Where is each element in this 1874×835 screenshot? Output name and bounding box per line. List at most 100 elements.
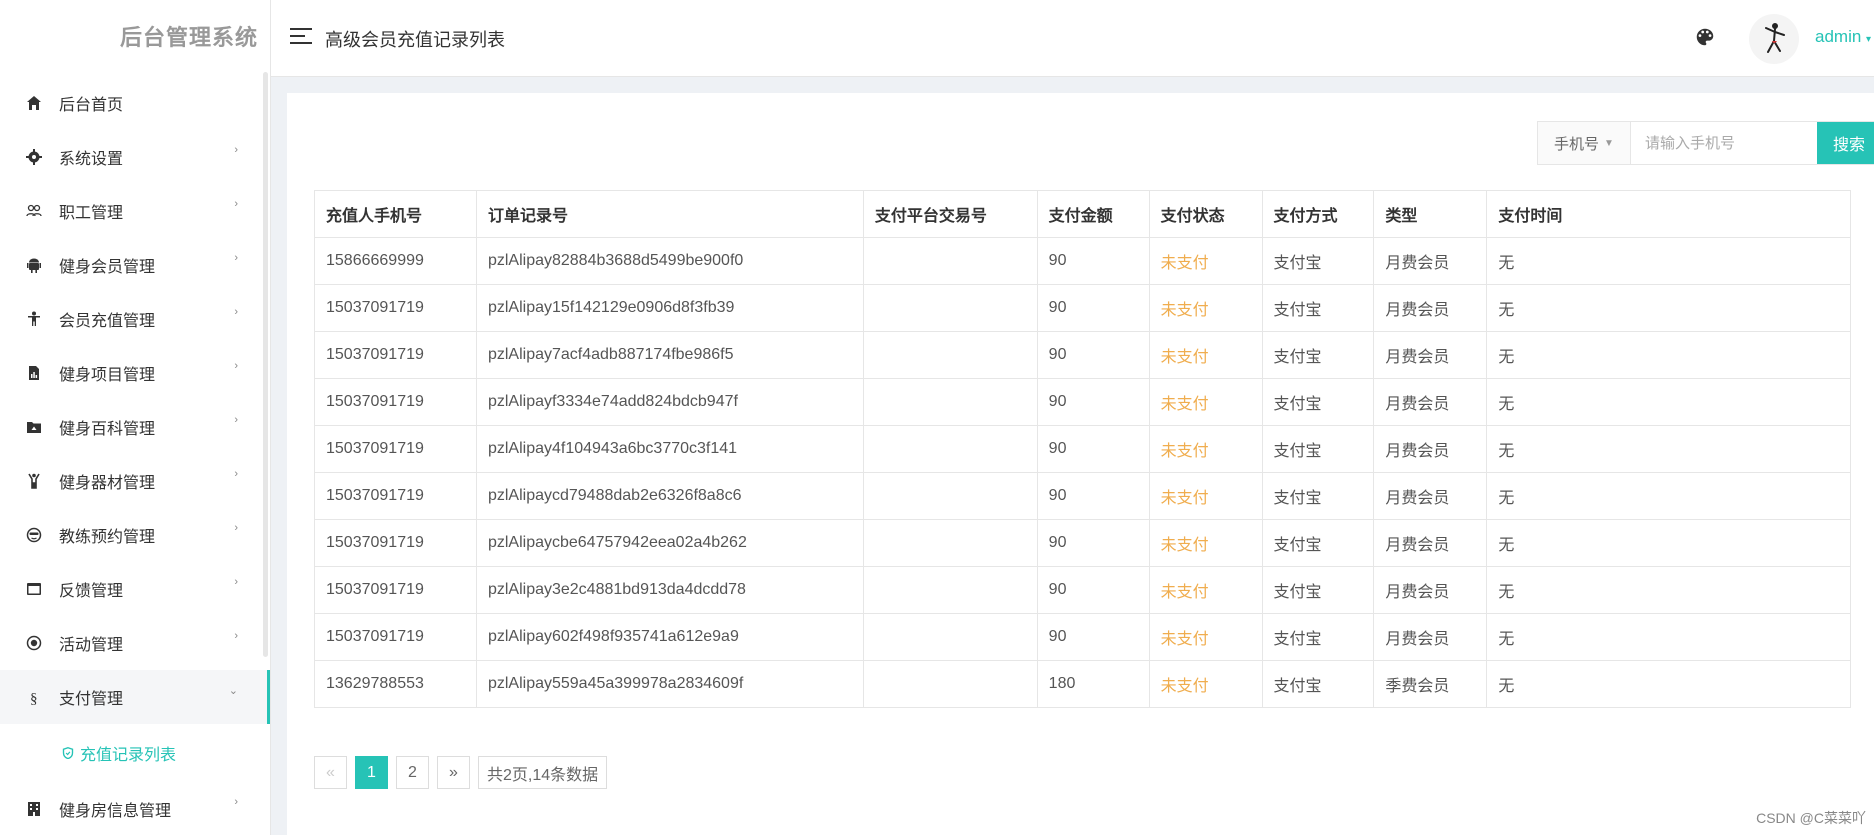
sidebar-item-8[interactable]: 教练预约管理 › — [0, 508, 270, 562]
face-icon — [23, 527, 45, 543]
table-cell — [862, 660, 1038, 708]
table-row: 15037091719 pzlAlipay602f498f935741a612e9… — [314, 613, 1851, 661]
chevron-right-icon: › — [234, 796, 238, 808]
sidebar-item-label: 健身房信息管理 — [59, 803, 172, 820]
table-cell: 90 — [1036, 237, 1150, 285]
target-icon — [23, 635, 45, 651]
search-field-select[interactable]: 手机号 ▼ — [1538, 122, 1631, 164]
table-cell: 15037091719 — [314, 284, 477, 332]
chevron-right-icon: › — [234, 252, 238, 264]
sidebar-item-4[interactable]: 会员充值管理 › — [0, 292, 270, 346]
table-row: 15037091719 pzlAlipay3e2c4881bd913da4dcdd… — [314, 566, 1851, 614]
status-cell: 未支付 — [1148, 613, 1263, 661]
sidebar-item-6[interactable]: 健身百科管理 › — [0, 400, 270, 454]
search-field-label: 手机号 — [1554, 135, 1600, 153]
sidebar-item-7[interactable]: 健身器材管理 › — [0, 454, 270, 508]
palette-icon[interactable] — [1694, 26, 1716, 48]
table-cell: 15037091719 — [314, 566, 477, 614]
top-header: 高级会员充值记录列表 admin ▾ — [271, 0, 1874, 77]
table-cell: 无 — [1486, 660, 1851, 708]
table-cell: 支付宝 — [1261, 566, 1375, 614]
search-button[interactable]: 搜索 — [1817, 122, 1874, 164]
watermark: CSDN @C菜菜吖 — [1756, 810, 1866, 826]
table-cell: 支付宝 — [1261, 472, 1375, 520]
table-cell: 15866669999 — [314, 237, 477, 285]
table-cell: pzlAlipaycd79488dab2e6326f8a8c6 — [475, 472, 864, 520]
sidebar-item-9[interactable]: 反馈管理 › — [0, 562, 270, 616]
chevron-right-icon: › — [234, 360, 238, 372]
column-header: 支付平台交易号 — [862, 190, 1038, 238]
window-icon — [23, 581, 45, 597]
table-row: 15037091719 pzlAlipay15f142129e0906d8f3fb… — [314, 284, 1851, 332]
table-cell: pzlAlipay559a45a399978a2834609f — [475, 660, 864, 708]
table-cell: 90 — [1036, 378, 1150, 426]
status-cell: 未支付 — [1148, 519, 1263, 567]
table-cell: 无 — [1486, 519, 1851, 567]
table-cell: 15037091719 — [314, 425, 477, 473]
table-cell: 月费会员 — [1373, 519, 1488, 567]
sidebar-item-2[interactable]: 职工管理 › — [0, 184, 270, 238]
avatar[interactable] — [1749, 14, 1799, 64]
column-header: 类型 — [1373, 190, 1488, 238]
sidebar-item-3[interactable]: 健身会员管理 › — [0, 238, 270, 292]
content-panel: 手机号 ▼ 搜索 充值人手机号订单记录号支付平台交易号支付金额支付状态支付方式类型… — [287, 93, 1874, 835]
table-cell: 90 — [1036, 566, 1150, 614]
sidebar-item-label: 支付管理 — [59, 691, 124, 708]
table-cell: 支付宝 — [1261, 331, 1375, 379]
table-cell: pzlAlipay82884b3688d5499be900f0 — [475, 237, 864, 285]
chevron-down-icon: ▾ — [1866, 34, 1872, 45]
sidebar-menu: 后台首页系统设置 › 职工管理 › 健身会员管理 › 会员充值管理 › 健身项目管理 › 健身百科管… — [0, 76, 270, 835]
pagination-page[interactable]: 2 — [396, 756, 429, 789]
chevron-right-icon: › — [234, 198, 238, 210]
pagination-page[interactable]: 1 — [355, 756, 388, 789]
menu-toggle-icon[interactable] — [290, 28, 312, 46]
table-cell: 90 — [1036, 331, 1150, 379]
column-header: 支付状态 — [1148, 190, 1263, 238]
table-cell: 无 — [1486, 378, 1851, 426]
table-cell: pzlAlipaycbe64757942eea02a4b262 — [475, 519, 864, 567]
status-cell: 未支付 — [1148, 472, 1263, 520]
table-cell: 90 — [1036, 284, 1150, 332]
sidebar-item-10[interactable]: 活动管理 › — [0, 616, 270, 670]
status-cell: 未支付 — [1148, 284, 1263, 332]
table-cell: pzlAlipay15f142129e0906d8f3fb39 — [475, 284, 864, 332]
sidebar-item-label: 后台首页 — [59, 97, 124, 114]
sidebar-item-12[interactable]: 健身房信息管理 › — [0, 782, 270, 835]
table-cell — [862, 566, 1038, 614]
table-cell: 无 — [1486, 284, 1851, 332]
table-cell: 支付宝 — [1261, 660, 1375, 708]
table-cell: 15037091719 — [314, 519, 477, 567]
sidebar-item-11[interactable]: § 支付管理 ⌄ — [0, 670, 270, 724]
table-cell: 支付宝 — [1261, 378, 1375, 426]
person-icon — [23, 311, 45, 327]
table-cell: 15037091719 — [314, 613, 477, 661]
sidebar-subitem-recharge-records[interactable]: 充值记录列表 — [0, 724, 270, 782]
sidebar-item-5[interactable]: 健身项目管理 › — [0, 346, 270, 400]
table-cell: 支付宝 — [1261, 519, 1375, 567]
sidebar-scrollbar[interactable] — [263, 72, 268, 657]
table-row: 15037091719 pzlAlipay7acf4adb887174fbe986… — [314, 331, 1851, 379]
pagination-next[interactable]: » — [437, 756, 470, 789]
table-row: 15037091719 pzlAlipaycbe64757942eea02a4b2… — [314, 519, 1851, 567]
status-cell: 未支付 — [1148, 237, 1263, 285]
table-cell: 15037091719 — [314, 472, 477, 520]
table-cell — [862, 378, 1038, 426]
sidebar-item-label: 健身项目管理 — [59, 367, 156, 384]
chevron-right-icon: › — [234, 522, 238, 534]
table-cell: 月费会员 — [1373, 425, 1488, 473]
sidebar-item-label: 健身会员管理 — [59, 259, 156, 276]
user-menu[interactable]: admin ▾ — [1815, 27, 1871, 47]
column-header: 支付金额 — [1036, 190, 1150, 238]
sidebar-item-0[interactable]: 后台首页 — [0, 76, 270, 130]
pagination: «1 2» 共2页,14条数据 — [314, 756, 615, 789]
search-input[interactable] — [1631, 122, 1817, 164]
table-cell — [862, 331, 1038, 379]
table-cell — [862, 519, 1038, 567]
sidebar-item-1[interactable]: 系统设置 › — [0, 130, 270, 184]
building-icon — [23, 801, 45, 817]
table-cell: 无 — [1486, 425, 1851, 473]
sidebar-item-label: 教练预约管理 — [59, 529, 156, 546]
table-cell — [862, 613, 1038, 661]
status-cell: 未支付 — [1148, 331, 1263, 379]
table-cell: 月费会员 — [1373, 331, 1488, 379]
